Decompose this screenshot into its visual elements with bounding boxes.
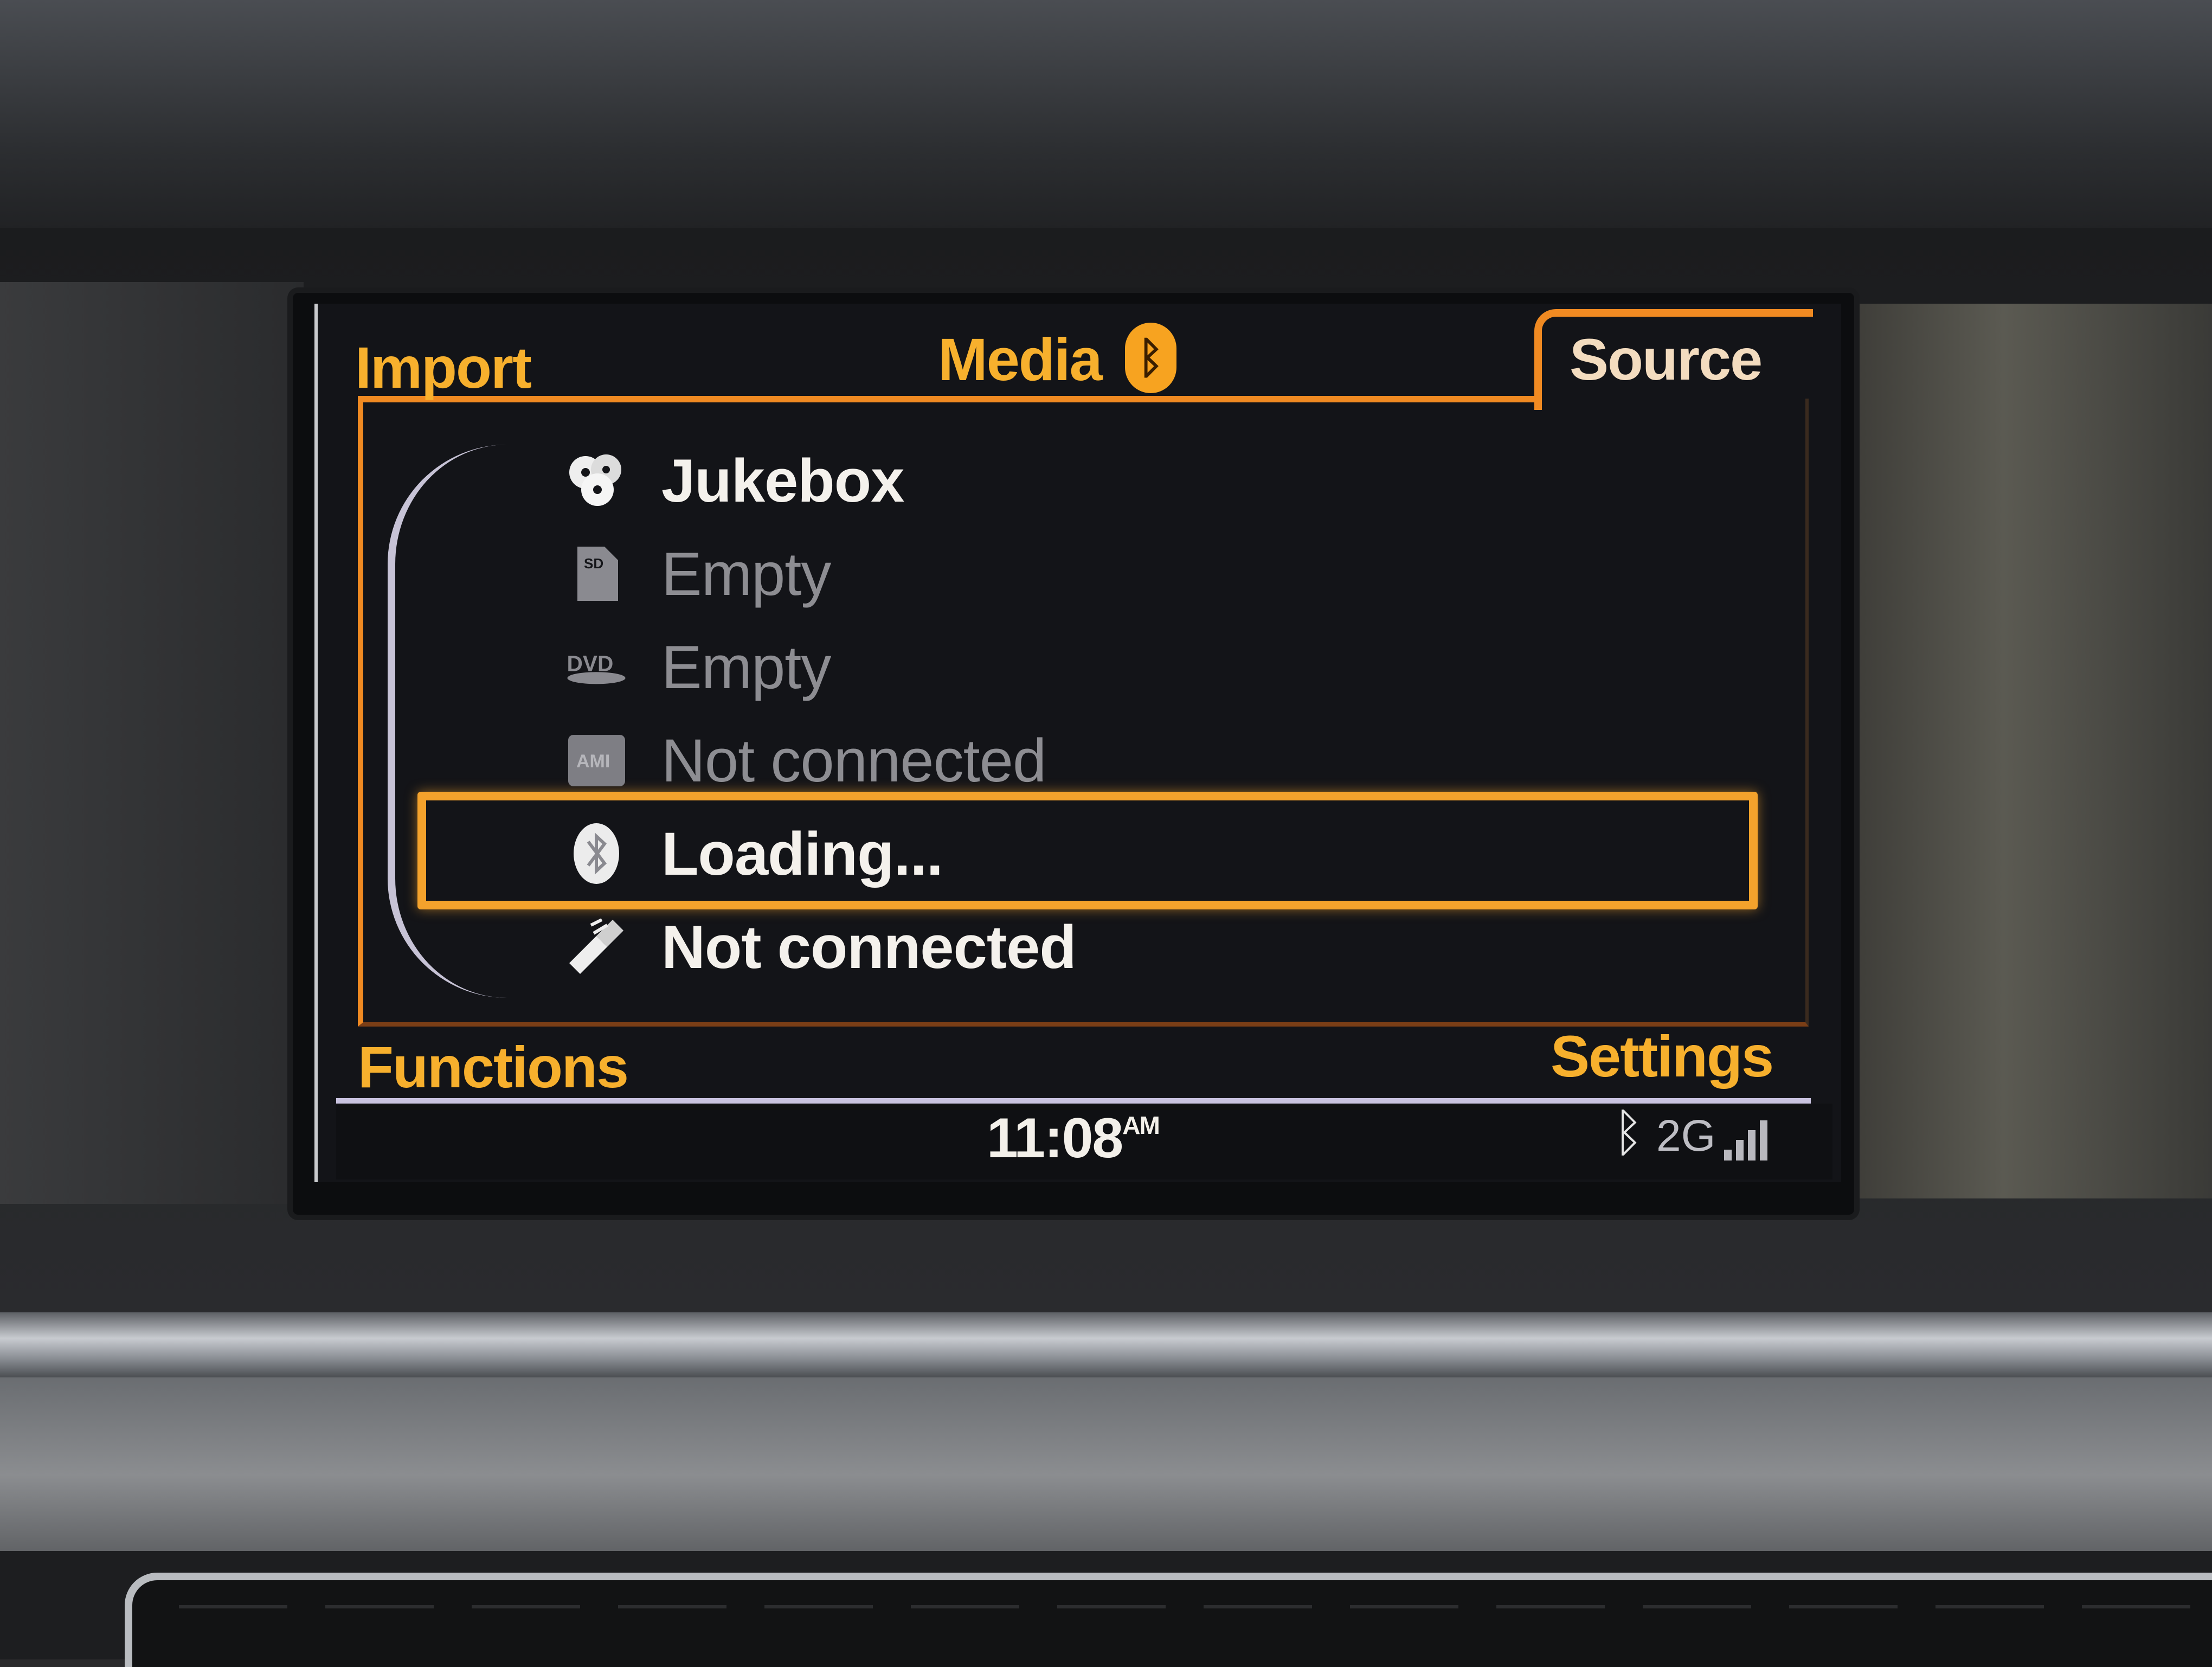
vent-slat	[1057, 1605, 1166, 1608]
bluetooth-icon: ᛒ	[1613, 1104, 1644, 1162]
tab-import[interactable]: Import	[355, 334, 532, 401]
vent-slat	[1204, 1605, 1312, 1608]
chrome-trim-strip	[0, 1312, 2212, 1377]
vent-slat	[179, 1605, 287, 1608]
clock: 11:08AM	[987, 1106, 1160, 1171]
dashboard-top	[0, 0, 2212, 249]
status-divider	[336, 1098, 1811, 1104]
vent-slat	[764, 1605, 873, 1608]
bluetooth-icon	[564, 821, 629, 886]
vent-slat	[911, 1605, 1019, 1608]
vent-slat	[1350, 1605, 1458, 1608]
list-item-dvd[interactable]: DVD Empty	[564, 620, 1757, 714]
list-item-label: Not connected	[661, 726, 1046, 794]
vent-slat	[1789, 1605, 1898, 1608]
aux-input-icon	[564, 914, 629, 979]
list-item-label: Not connected	[661, 913, 1077, 981]
svg-text:SD: SD	[584, 555, 603, 572]
list-item-label: Empty	[661, 633, 831, 701]
menu-title-media: Media	[938, 326, 1103, 393]
vent-slat	[618, 1605, 726, 1608]
clock-time: 11:08	[987, 1107, 1123, 1170]
sd-card-icon: SD	[564, 541, 629, 606]
source-list: Jukebox SD Empty DVD Empty AMI Not conne…	[564, 434, 1757, 993]
vent-slat	[472, 1605, 580, 1608]
tab-source[interactable]: Source	[1570, 325, 1763, 393]
vent-slat	[1496, 1605, 1605, 1608]
network-type: 2G	[1656, 1111, 1716, 1161]
list-item-ami[interactable]: AMI Not connected	[564, 714, 1757, 807]
dashboard-lower	[0, 1377, 2212, 1573]
list-item-sd[interactable]: SD Empty	[564, 527, 1757, 620]
bluetooth-icon: ᛒ	[1125, 323, 1176, 393]
clock-ampm: AM	[1122, 1111, 1160, 1139]
dvd-icon: DVD	[564, 634, 629, 700]
list-item-jukebox[interactable]: Jukebox	[564, 434, 1757, 527]
svg-text:AMI: AMI	[576, 751, 610, 772]
softkey-functions[interactable]: Functions	[358, 1033, 629, 1101]
ami-icon: AMI	[564, 728, 629, 793]
air-vent	[125, 1573, 2212, 1667]
jukebox-icon	[564, 448, 629, 513]
list-item-aux[interactable]: Not connected	[564, 900, 1757, 993]
dashboard-right-panel	[1832, 304, 2212, 1198]
signal-strength-icon	[1724, 1114, 1778, 1161]
vent-slat	[1935, 1605, 2044, 1608]
dashboard-left-panel	[0, 282, 304, 1204]
list-item-label: Empty	[661, 540, 831, 608]
list-item-bluetooth-audio[interactable]: Loading...	[564, 807, 1757, 900]
vent-slat	[1643, 1605, 1751, 1608]
svg-text:DVD: DVD	[567, 651, 614, 676]
vent-slat	[2082, 1605, 2190, 1608]
list-item-label: Jukebox	[661, 446, 904, 515]
scroll-indicator-arc	[388, 445, 515, 998]
softkey-settings[interactable]: Settings	[1551, 1022, 1774, 1090]
vent-slat	[325, 1605, 434, 1608]
list-item-label: Loading...	[661, 819, 943, 888]
